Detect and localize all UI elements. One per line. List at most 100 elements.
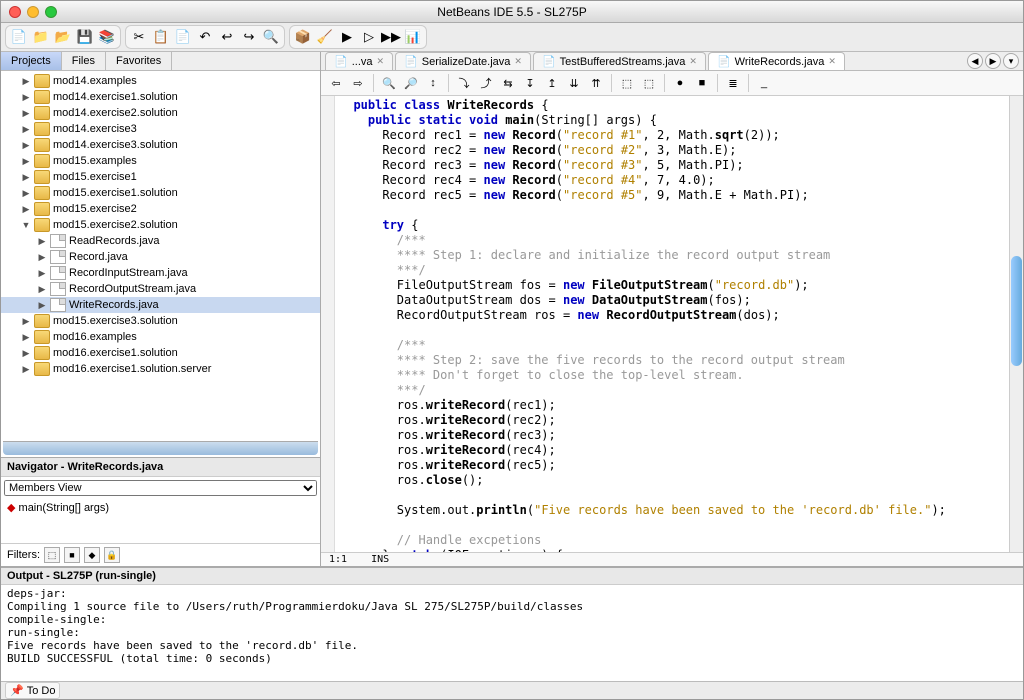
expand-icon[interactable]: ▶ — [37, 284, 47, 295]
filter-4[interactable]: 🔒 — [104, 547, 120, 563]
editor-toolbtn-21[interactable]: ≣ — [724, 74, 742, 92]
save-icon[interactable]: 💾 — [75, 27, 95, 47]
editor-toolbtn-7[interactable]: ⤵ — [455, 74, 473, 92]
editor-toolbtn-8[interactable]: ⤴ — [477, 74, 495, 92]
tree-pkg-mod16.exercise1.solution[interactable]: ▶mod16.exercise1.solution — [1, 345, 320, 361]
tab-list-icon[interactable]: ▾ — [1003, 53, 1019, 69]
todo-button[interactable]: 📌 To Do — [5, 682, 60, 699]
editor-toolbtn-4[interactable]: 🔎 — [402, 74, 420, 92]
save-all-icon[interactable]: 📚 — [97, 27, 117, 47]
project-tab-favorites[interactable]: Favorites — [106, 52, 172, 70]
project-tab-files[interactable]: Files — [62, 52, 106, 70]
expand-icon[interactable]: ▶ — [21, 332, 31, 343]
expand-icon[interactable]: ▶ — [21, 92, 31, 103]
editor-toolbtn-0[interactable]: ⇦ — [327, 74, 345, 92]
new-project-icon[interactable]: 📁 — [31, 27, 51, 47]
new-file-icon[interactable]: 📄 — [9, 27, 29, 47]
editor-toolbtn-3[interactable]: 🔍 — [380, 74, 398, 92]
editor-toolbtn-5[interactable]: ↕ — [424, 74, 442, 92]
tree-pkg-mod16.exercise1.solution.server[interactable]: ▶mod16.exercise1.solution.server — [1, 361, 320, 377]
tree-java-Record.java[interactable]: ▶Record.java — [1, 249, 320, 265]
expand-icon[interactable]: ▼ — [21, 220, 31, 230]
tree-pkg-mod15.exercise1.solution[interactable]: ▶mod15.exercise1.solution — [1, 185, 320, 201]
tree-pkg-mod15.exercise2.solution[interactable]: ▼mod15.exercise2.solution — [1, 217, 320, 233]
filter-2[interactable]: ■ — [64, 547, 80, 563]
filter-3[interactable]: ◆ — [84, 547, 100, 563]
expand-icon[interactable]: ▶ — [21, 172, 31, 183]
editor-toolbtn-23[interactable]: _ — [755, 74, 773, 92]
tree-pkg-mod15.exercise1[interactable]: ▶mod15.exercise1 — [1, 169, 320, 185]
navigator-member[interactable]: ◆ main(String[] args) — [1, 499, 320, 543]
navigator-view-select[interactable]: Members View — [4, 480, 317, 496]
expand-icon[interactable]: ▶ — [21, 124, 31, 135]
tree-pkg-mod14.exercise2.solution[interactable]: ▶mod14.exercise2.solution — [1, 105, 320, 121]
tab-prev-icon[interactable]: ◀ — [967, 53, 983, 69]
tab-next-icon[interactable]: ▶ — [985, 53, 1001, 69]
close-tab-icon[interactable]: ✕ — [828, 56, 836, 67]
open-icon[interactable]: 📂 — [53, 27, 73, 47]
debug-icon[interactable]: ▷ — [359, 27, 379, 47]
tree-pkg-mod15.examples[interactable]: ▶mod15.examples — [1, 153, 320, 169]
tree-java-WriteRecords.java[interactable]: ▶WriteRecords.java — [1, 297, 320, 313]
tree-java-ReadRecords.java[interactable]: ▶ReadRecords.java — [1, 233, 320, 249]
editor-vscrollbar[interactable] — [1009, 96, 1023, 552]
tree-pkg-mod15.exercise2[interactable]: ▶mod15.exercise2 — [1, 201, 320, 217]
expand-icon[interactable]: ▶ — [21, 156, 31, 167]
editor-toolbtn-18[interactable]: ● — [671, 74, 689, 92]
tree-hscrollbar[interactable] — [3, 441, 318, 455]
editor-toolbtn-16[interactable]: ⬚ — [640, 74, 658, 92]
clean-build-icon[interactable]: 🧹 — [315, 27, 335, 47]
tree-java-RecordInputStream.java[interactable]: ▶RecordInputStream.java — [1, 265, 320, 281]
editor-toolbtn-9[interactable]: ⇆ — [499, 74, 517, 92]
editor-toolbtn-12[interactable]: ⇊ — [565, 74, 583, 92]
editor-toolbtn-13[interactable]: ⇈ — [587, 74, 605, 92]
close-tab-icon[interactable]: ✕ — [689, 56, 697, 67]
output-body[interactable]: deps-jar: Compiling 1 source file to /Us… — [1, 585, 1023, 681]
expand-icon[interactable]: ▶ — [37, 300, 47, 311]
expand-icon[interactable]: ▶ — [21, 140, 31, 151]
tree-pkg-mod15.exercise3.solution[interactable]: ▶mod15.exercise3.solution — [1, 313, 320, 329]
profile-icon[interactable]: 📊 — [403, 27, 423, 47]
editor-toolbtn-19[interactable]: ■ — [693, 74, 711, 92]
editor-tab[interactable]: 📄...va✕ — [325, 52, 393, 70]
run-icon[interactable]: ▶ — [337, 27, 357, 47]
tree-pkg-mod14.exercise3[interactable]: ▶mod14.exercise3 — [1, 121, 320, 137]
undo-icon[interactable]: ↩ — [217, 27, 237, 47]
expand-icon[interactable]: ▶ — [21, 188, 31, 199]
cut-icon[interactable]: ✂ — [129, 27, 149, 47]
expand-icon[interactable]: ▶ — [21, 348, 31, 359]
editor-tab[interactable]: 📄WriteRecords.java✕ — [708, 52, 845, 70]
expand-icon[interactable]: ▶ — [21, 204, 31, 215]
editor-toolbtn-1[interactable]: ⇨ — [349, 74, 367, 92]
expand-icon[interactable]: ▶ — [37, 236, 47, 247]
back-icon[interactable]: ↶ — [195, 27, 215, 47]
close-tab-icon[interactable]: ✕ — [377, 56, 385, 67]
close-tab-icon[interactable]: ✕ — [514, 56, 522, 67]
editor-tab[interactable]: 📄SerializeDate.java✕ — [395, 52, 531, 70]
tree-java-RecordOutputStream.java[interactable]: ▶RecordOutputStream.java — [1, 281, 320, 297]
paste-icon[interactable]: 📄 — [173, 27, 193, 47]
editor-toolbtn-11[interactable]: ↥ — [543, 74, 561, 92]
expand-icon[interactable]: ▶ — [37, 268, 47, 279]
expand-icon[interactable]: ▶ — [21, 364, 31, 375]
redo-icon[interactable]: ↪ — [239, 27, 259, 47]
expand-icon[interactable]: ▶ — [37, 252, 47, 263]
editor-tab[interactable]: 📄TestBufferedStreams.java✕ — [533, 52, 706, 70]
build-icon[interactable]: 📦 — [293, 27, 313, 47]
run-main-icon[interactable]: ▶▶ — [381, 27, 401, 47]
project-tab-projects[interactable]: Projects — [1, 52, 62, 70]
expand-icon[interactable]: ▶ — [21, 108, 31, 119]
find-icon[interactable]: 🔍 — [261, 27, 281, 47]
tree-pkg-mod16.examples[interactable]: ▶mod16.examples — [1, 329, 320, 345]
expand-icon[interactable]: ▶ — [21, 76, 31, 87]
copy-icon[interactable]: 📋 — [151, 27, 171, 47]
fold-gutter[interactable] — [321, 96, 335, 552]
editor-toolbtn-10[interactable]: ↧ — [521, 74, 539, 92]
code-editor[interactable]: public class WriteRecords { public stati… — [335, 96, 1009, 552]
tree-pkg-mod14.exercise3.solution[interactable]: ▶mod14.exercise3.solution — [1, 137, 320, 153]
expand-icon[interactable]: ▶ — [21, 316, 31, 327]
filter-1[interactable]: ⬚ — [44, 547, 60, 563]
tree-pkg-mod14.exercise1.solution[interactable]: ▶mod14.exercise1.solution — [1, 89, 320, 105]
tree-pkg-mod14.examples[interactable]: ▶mod14.examples — [1, 73, 320, 89]
editor-toolbtn-15[interactable]: ⬚ — [618, 74, 636, 92]
